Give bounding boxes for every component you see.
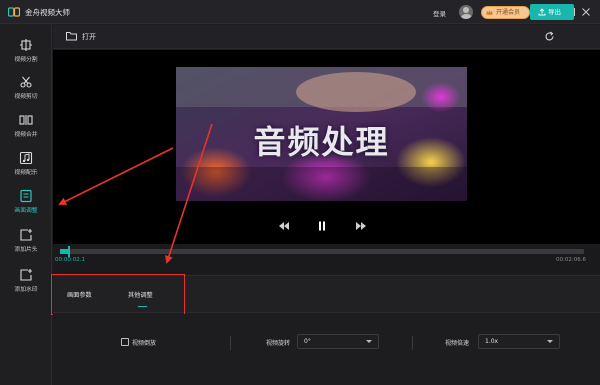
settings-panel: 视频倒放 视频旋转 0° 视频倍速 1.0x xyxy=(53,314,600,385)
folder-icon[interactable] xyxy=(66,31,77,41)
sidebar-item-label: 添加水印 xyxy=(14,287,38,293)
reverse-label: 视频倒放 xyxy=(132,340,157,347)
crown-icon xyxy=(486,9,493,15)
export-label: 导出 xyxy=(548,8,561,16)
sidebar: 视频分割 视频剪切 视频合并 视频配乐 画面调整 添加片头 添加水印 xyxy=(0,24,52,385)
app-title: 金舟视频大师 xyxy=(25,8,70,17)
pause-icon[interactable] xyxy=(316,221,328,231)
playhead[interactable] xyxy=(67,246,70,257)
toolbar: 打开 xyxy=(53,25,600,49)
divider xyxy=(412,336,413,350)
timeline: 00:00:02.1 00:02:06.6 xyxy=(53,244,600,274)
sidebar-item-label: 视频合并 xyxy=(14,132,38,138)
sidebar-item-cut[interactable]: 视频剪切 xyxy=(0,69,52,107)
current-time: 00:00:02.1 xyxy=(55,257,85,263)
vip-label: 开通会员 xyxy=(496,9,521,16)
speed-label: 视频倍速 xyxy=(445,340,470,347)
chevron-down-icon xyxy=(547,340,553,343)
sidebar-item-split[interactable]: 视频分割 xyxy=(0,32,52,70)
sidebar-item-watermark[interactable]: 添加水印 xyxy=(0,262,52,300)
export-button[interactable]: 导出 xyxy=(530,4,574,20)
sidebar-item-picture-adjust[interactable]: 画面调整 xyxy=(0,183,52,221)
sidebar-item-label: 视频分割 xyxy=(14,57,38,63)
divider xyxy=(230,336,231,350)
merge-icon xyxy=(19,115,33,125)
vip-button[interactable]: 开通会员 xyxy=(481,6,530,19)
title-bar: 金舟视频大师 登录 开通会员 xyxy=(0,0,600,24)
sidebar-item-music[interactable]: 视频配乐 xyxy=(0,145,52,183)
close-icon[interactable] xyxy=(580,6,592,18)
timeline-track[interactable] xyxy=(60,249,584,254)
video-preview: 音频处理 xyxy=(53,50,600,210)
rotate-select[interactable]: 0° xyxy=(297,334,379,349)
sidebar-item-label: 视频剪切 xyxy=(14,94,38,100)
sidebar-item-label: 添加片头 xyxy=(14,247,38,253)
scissors-icon xyxy=(20,76,32,88)
picture-adjust-icon xyxy=(20,189,32,203)
sidebar-item-add-intro[interactable]: 添加片头 xyxy=(0,222,52,260)
video-frame: 音频处理 xyxy=(176,67,467,201)
login-link[interactable]: 登录 xyxy=(433,8,446,18)
music-icon xyxy=(19,151,33,165)
settings-row: 视频倒放 视频旋转 0° 视频倍速 1.0x xyxy=(53,334,600,352)
sidebar-item-merge[interactable]: 视频合并 xyxy=(0,107,52,145)
total-time: 00:02:06.6 xyxy=(556,257,586,263)
rewind-icon[interactable] xyxy=(278,221,290,231)
rotate-value: 0° xyxy=(304,338,311,345)
avatar[interactable] xyxy=(459,5,473,19)
speed-select[interactable]: 1.0x xyxy=(478,334,560,349)
chevron-down-icon xyxy=(366,340,372,343)
add-intro-icon xyxy=(20,229,32,241)
rotate-label: 视频旋转 xyxy=(266,340,291,347)
export-icon xyxy=(538,8,546,16)
annotation-highlight-box xyxy=(51,274,185,315)
sidebar-item-label: 画面调整 xyxy=(14,208,38,214)
refresh-icon[interactable] xyxy=(544,31,555,42)
split-icon xyxy=(20,39,32,51)
playback-controls xyxy=(53,210,600,244)
watermark-icon xyxy=(20,269,32,281)
video-caption: 音频处理 xyxy=(253,123,390,161)
reverse-checkbox[interactable] xyxy=(121,338,129,346)
sidebar-item-label: 视频配乐 xyxy=(14,170,38,176)
speed-value: 1.0x xyxy=(485,338,499,345)
open-button[interactable]: 打开 xyxy=(82,32,96,42)
fast-forward-icon[interactable] xyxy=(355,221,367,231)
app-logo-icon xyxy=(8,7,20,17)
